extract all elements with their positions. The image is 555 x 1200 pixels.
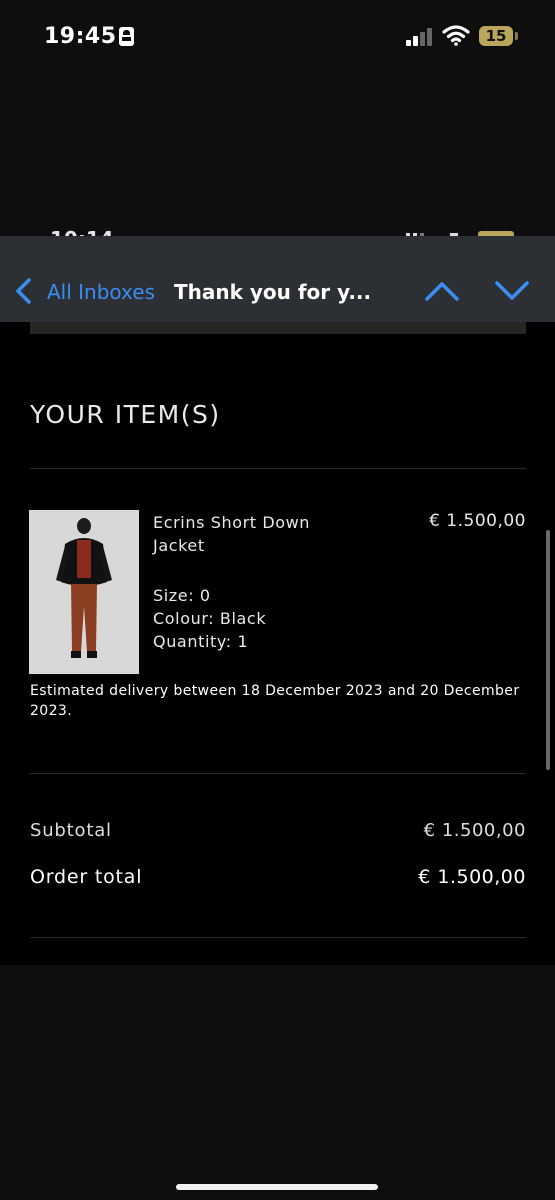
email-top-band xyxy=(30,322,526,334)
product-image xyxy=(29,510,139,674)
divider xyxy=(30,773,526,774)
home-indicator[interactable] xyxy=(176,1184,378,1190)
down-arrow-icon[interactable] xyxy=(494,278,530,304)
battery-icon: 15 xyxy=(479,26,513,46)
order-total-label: Order total xyxy=(30,866,143,888)
status-time: 19:45 xyxy=(44,24,117,49)
back-chevron-icon[interactable] xyxy=(12,277,34,305)
product-quantity: Quantity: 1 xyxy=(153,632,249,651)
delivery-estimate: Estimated delivery between 18 December 2… xyxy=(30,683,520,719)
items-heading: YOUR ITEM(S) xyxy=(30,400,221,429)
product-size: Size: 0 xyxy=(153,586,211,605)
mail-nav-bar xyxy=(0,236,555,322)
up-arrow-icon[interactable] xyxy=(424,278,460,304)
subtotal-label: Subtotal xyxy=(30,820,112,841)
subtotal-value: € 1.500,00 xyxy=(423,820,526,841)
divider xyxy=(30,937,526,938)
divider xyxy=(30,468,526,469)
email-subject: Thank you for y... xyxy=(174,280,372,304)
battery-tip xyxy=(515,32,518,40)
product-price: € 1.500,00 xyxy=(429,511,526,531)
order-total-value: € 1.500,00 xyxy=(418,866,526,888)
back-to-all-inboxes[interactable]: All Inboxes xyxy=(47,280,155,304)
scrollbar[interactable] xyxy=(546,530,550,770)
wifi-icon xyxy=(442,25,470,46)
product-colour: Colour: Black xyxy=(153,609,267,628)
id-card-icon xyxy=(119,27,134,46)
product-name: Ecrins Short Down Jacket xyxy=(153,513,311,555)
signal-icon xyxy=(406,28,434,46)
